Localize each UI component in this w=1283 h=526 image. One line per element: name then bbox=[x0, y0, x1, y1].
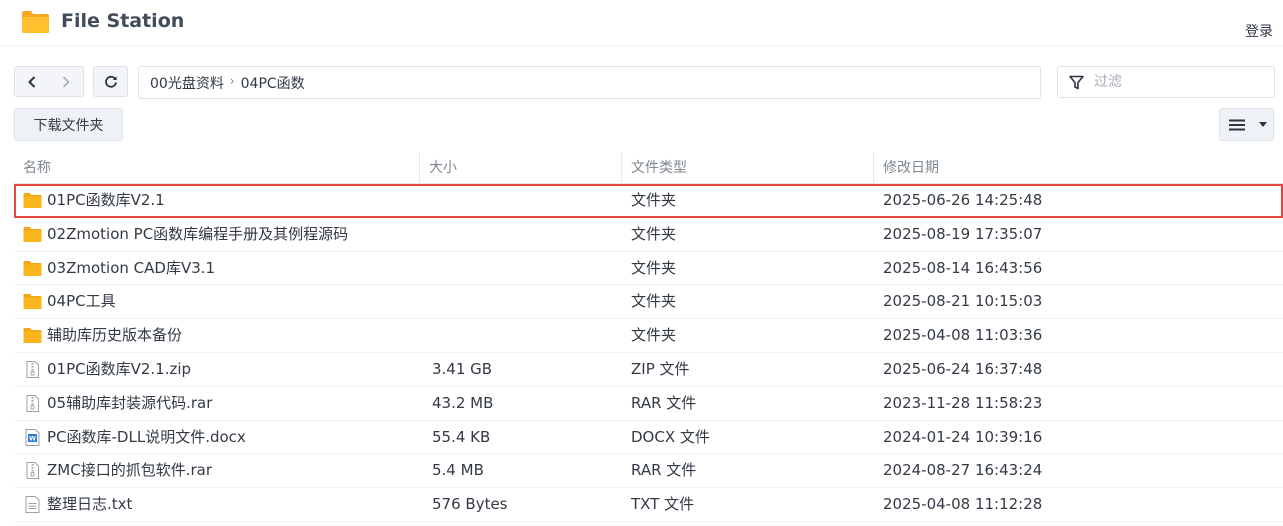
file-size: 55.4 KB bbox=[432, 427, 491, 446]
file-modified: 2025-04-08 11:03:36 bbox=[883, 326, 1043, 345]
table-header: 名称 大小 文件类型 修改日期 bbox=[14, 152, 1283, 184]
login-link[interactable]: 登录 bbox=[1245, 21, 1273, 41]
file-size: 43.2 MB bbox=[432, 393, 494, 412]
file-size: 576 Bytes bbox=[432, 495, 508, 514]
table-row[interactable]: 01PC函数库V2.1 文件夹 2025-06-26 14:25:48 bbox=[14, 184, 1283, 218]
table-row[interactable]: W PC函数库-DLL说明文件.docx 55.4 KB DOCX 文件 2024-01… bbox=[14, 421, 1283, 455]
refresh-icon bbox=[104, 75, 117, 88]
chevron-left-icon bbox=[28, 75, 36, 88]
file-name: 辅助库历史版本备份 bbox=[47, 326, 183, 345]
title-bar: File Station 登录 bbox=[0, 0, 1283, 46]
column-header-size[interactable]: 大小 bbox=[420, 152, 622, 184]
file-name: 01PC函数库V2.1 bbox=[47, 191, 165, 209]
table-row[interactable]: 02Zmotion PC函数库编程手册及其例程源码 文件夹 2025-08-19 1… bbox=[14, 218, 1283, 252]
table-row[interactable]: 01PC函数库V2.1.zip 3.41 GB ZIP 文件 2025-06-24 1… bbox=[14, 353, 1283, 387]
file-name: 02Zmotion PC函数库编程手册及其例程源码 bbox=[47, 224, 349, 243]
app-title: File Station bbox=[61, 10, 185, 32]
list-view-icon bbox=[1220, 119, 1254, 131]
file-type: 文件夹 bbox=[631, 292, 677, 311]
file-name: 05辅助库封装源代码.rar bbox=[47, 393, 213, 412]
file-station-folder-icon bbox=[22, 11, 49, 33]
table-row[interactable]: 辅助库历史版本备份 文件夹 2025-04-08 11:03:36 bbox=[14, 319, 1283, 353]
table-row[interactable]: ZMC接口的抓包软件.rar 5.4 MB RAR 文件 2024-08-27 16:… bbox=[14, 454, 1283, 489]
table-row[interactable]: 04PC工具 文件夹 2025-08-21 10:15:03 bbox=[14, 285, 1283, 320]
file-type: DOCX 文件 bbox=[631, 427, 710, 446]
caret-down-icon bbox=[1254, 122, 1272, 127]
file-type: RAR 文件 bbox=[631, 461, 697, 480]
archive-file-icon bbox=[23, 462, 42, 480]
back-button[interactable] bbox=[15, 67, 49, 96]
file-modified: 2024-08-27 16:43:24 bbox=[883, 461, 1043, 480]
file-name: 04PC工具 bbox=[47, 292, 116, 311]
file-type: 文件夹 bbox=[631, 258, 677, 277]
file-type: ZIP 文件 bbox=[631, 359, 690, 378]
column-header-name[interactable]: 名称 bbox=[14, 152, 420, 184]
refresh-button[interactable] bbox=[93, 66, 128, 97]
table-row[interactable]: 03Zmotion CAD库V3.1 文件夹 2025-08-14 16:43:56 bbox=[14, 252, 1283, 286]
file-modified: 2025-08-21 10:15:03 bbox=[883, 292, 1043, 311]
filter-icon bbox=[1069, 75, 1084, 89]
file-type: 文件夹 bbox=[631, 326, 677, 345]
table-body: 01PC函数库V2.1 文件夹 2025-06-26 14:25:48 02Zmoti… bbox=[14, 184, 1283, 522]
path-breadcrumb: 00光盘资料 › 04PC函数 bbox=[138, 66, 1041, 99]
column-header-type[interactable]: 文件类型 bbox=[622, 152, 874, 184]
folder-icon bbox=[23, 327, 42, 344]
word-file-icon: W bbox=[23, 428, 42, 446]
file-name: 整理日志.txt bbox=[47, 495, 133, 514]
filter-input[interactable] bbox=[1094, 74, 1254, 90]
column-header-modified[interactable]: 修改日期 bbox=[874, 152, 1283, 184]
breadcrumb-item-root[interactable]: 00光盘资料 bbox=[150, 73, 224, 93]
folder-icon bbox=[23, 226, 42, 243]
table-row[interactable]: 整理日志.txt 576 Bytes TXT 文件 2025-04-08 11:12:… bbox=[14, 488, 1283, 522]
history-nav bbox=[14, 66, 84, 97]
chevron-right-icon bbox=[62, 75, 70, 88]
file-type: 文件夹 bbox=[631, 224, 677, 243]
file-modified: 2024-01-24 10:39:16 bbox=[883, 427, 1043, 446]
forward-button[interactable] bbox=[49, 67, 83, 96]
file-modified: 2025-08-14 16:43:56 bbox=[883, 258, 1043, 277]
archive-file-icon bbox=[23, 394, 42, 412]
svg-text:W: W bbox=[29, 434, 36, 442]
folder-icon bbox=[23, 293, 42, 310]
filter-box bbox=[1057, 66, 1275, 98]
file-size: 5.4 MB bbox=[432, 461, 484, 480]
file-type: 文件夹 bbox=[631, 191, 677, 209]
file-list: 名称 大小 文件类型 修改日期 01PC函数库V2.1 文件夹 2025-06-26… bbox=[14, 152, 1283, 522]
file-modified: 2023-11-28 11:58:23 bbox=[883, 393, 1043, 412]
file-name: 01PC函数库V2.1.zip bbox=[47, 359, 192, 378]
folder-icon bbox=[23, 260, 42, 277]
file-size: 3.41 GB bbox=[432, 359, 493, 378]
breadcrumb-item-current[interactable]: 04PC函数 bbox=[241, 73, 305, 93]
file-name: PC函数库-DLL说明文件.docx bbox=[47, 427, 246, 446]
folder-icon bbox=[23, 192, 42, 209]
file-modified: 2025-06-24 16:37:48 bbox=[883, 359, 1043, 378]
breadcrumb-separator: › bbox=[229, 73, 235, 88]
file-modified: 2025-06-26 14:25:48 bbox=[883, 191, 1043, 209]
download-folder-button[interactable]: 下载文件夹 bbox=[14, 108, 123, 141]
file-name: ZMC接口的抓包软件.rar bbox=[47, 461, 212, 480]
archive-file-icon bbox=[23, 360, 42, 378]
file-name: 03Zmotion CAD库V3.1 bbox=[47, 258, 216, 277]
view-mode-button[interactable] bbox=[1219, 108, 1274, 141]
table-row[interactable]: 05辅助库封装源代码.rar 43.2 MB RAR 文件 2023-11-28 11… bbox=[14, 387, 1283, 421]
file-modified: 2025-08-19 17:35:07 bbox=[883, 224, 1043, 243]
file-type: RAR 文件 bbox=[631, 393, 697, 412]
text-file-icon bbox=[23, 496, 42, 514]
file-type: TXT 文件 bbox=[631, 495, 695, 514]
file-modified: 2025-04-08 11:12:28 bbox=[883, 495, 1043, 514]
